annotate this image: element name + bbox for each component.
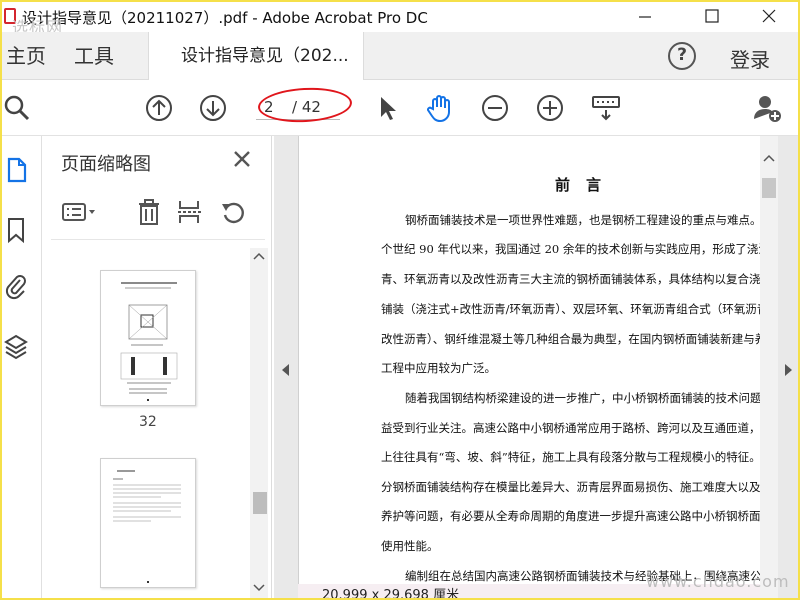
document-line: 改性沥青）、钢纤维混凝土等几种组合最为典型，在国内钢桥面铺装新建与养 <box>381 332 760 346</box>
collapse-right-panel-bar[interactable] <box>778 136 798 598</box>
document-heading: 前言 <box>555 176 618 194</box>
scroll-down-icon[interactable] <box>253 584 265 592</box>
page-thumbnail-32[interactable] <box>100 270 196 406</box>
extract-pages-icon[interactable] <box>176 198 204 226</box>
share-user-icon[interactable] <box>752 92 784 124</box>
document-view[interactable]: 前言 钢桥面铺装技术是一项世界性难题，也是钢桥工程建设的重点与难点。自 个世纪 … <box>298 136 760 598</box>
collapse-left-panel-bar[interactable] <box>274 136 298 598</box>
close-window-icon[interactable] <box>746 2 792 32</box>
document-scrollbar[interactable] <box>760 136 778 598</box>
document-line: 青、环氧沥青以及改性沥青三大主流的钢桥面铺装体系，具体结构以复合浇注 <box>381 272 760 286</box>
maximize-icon[interactable] <box>689 2 735 32</box>
scroll-up-icon[interactable] <box>763 154 775 162</box>
document-line: 养护等问题，有必要从全寿命周期的角度进一步提升高速公路中小桥钢桥面铺 <box>381 509 760 523</box>
keyboard-icon[interactable] <box>590 92 622 124</box>
watermark-bottom-right: www.chdao.com <box>646 572 790 591</box>
zoom-in-icon[interactable] <box>534 92 566 124</box>
tab-tools[interactable]: 工具 <box>74 32 114 80</box>
rotate-icon[interactable] <box>219 198 247 226</box>
tab-home[interactable]: 主页 <box>6 32 46 80</box>
thumbnail-page-label: 32 <box>139 414 157 430</box>
document-scroll-thumb[interactable] <box>762 178 776 198</box>
document-line: 使用性能。 <box>381 539 439 553</box>
attachment-icon[interactable] <box>4 272 28 300</box>
search-icon[interactable] <box>2 92 34 124</box>
layers-icon[interactable] <box>4 332 28 360</box>
trash-icon[interactable] <box>135 198 163 226</box>
tab-bar: 主页 工具 设计指导意见（202... ? 登录 <box>2 32 798 80</box>
acrobat-window: 设计指导意见（20211027）.pdf - Adobe Acrobat Pro… <box>0 0 800 600</box>
options-menu-icon[interactable] <box>61 198 101 226</box>
question-circle-icon[interactable]: ? <box>668 42 696 70</box>
window-title: 设计指导意见（20211027）.pdf - Adobe Acrobat Pro… <box>22 9 428 27</box>
hand-tool-icon[interactable] <box>424 92 456 124</box>
left-rail <box>2 136 42 598</box>
select-arrow-icon[interactable] <box>372 92 404 124</box>
minimize-icon[interactable] <box>622 2 668 32</box>
panel-toolbar <box>51 194 265 240</box>
toolbar: 2 / 42 <box>2 80 798 136</box>
document-line: 工程中应用较为广泛。 <box>381 361 496 375</box>
thumbnail-page-graphic <box>120 282 178 401</box>
document-line: 个世纪 90 年代以来，我国通过 20 余年的技术创新与实践应用，形成了浇注式 <box>381 242 760 256</box>
bookmark-icon[interactable] <box>4 216 28 244</box>
panel-scroll-thumb[interactable] <box>253 492 267 514</box>
document-line: 钢桥面铺装技术是一项世界性难题，也是钢桥工程建设的重点与难点。自 <box>405 213 760 227</box>
page-thumbnail-next[interactable] <box>100 458 196 588</box>
chevron-right-icon[interactable] <box>784 364 792 376</box>
page-thumbnails-icon[interactable] <box>4 156 28 184</box>
page-size-readout: 20.999 x 29.698 厘米 <box>322 588 460 600</box>
document-line: 上往往具有“弯、坡、斜”特征，施工上具有段落分散与工程规模小的特征。 <box>381 450 760 464</box>
page-down-icon[interactable] <box>197 92 229 124</box>
zoom-out-icon[interactable] <box>479 92 511 124</box>
document-line: 益受到行业关注。高速公路中小钢桥通常应用于路桥、跨河以及互通匝道，结 <box>381 421 760 435</box>
title-bar: 设计指导意见（20211027）.pdf - Adobe Acrobat Pro… <box>2 2 798 37</box>
page-up-icon[interactable] <box>143 92 175 124</box>
close-icon[interactable] <box>231 148 253 170</box>
panel-title: 页面缩略图 <box>61 154 151 175</box>
panel-scrollbar[interactable] <box>250 248 268 598</box>
document-line: 随着我国钢结构桥梁建设的进一步推广，中小桥钢桥面铺装的技术问题也 <box>405 391 760 405</box>
chevron-left-icon[interactable] <box>282 364 290 376</box>
thumbnail-panel: 页面缩略图 32 <box>43 136 272 598</box>
tab-document[interactable]: 设计指导意见（202... <box>148 32 364 80</box>
login-button[interactable]: 登录 <box>730 44 770 73</box>
scroll-up-icon[interactable] <box>253 252 265 260</box>
thumbnail-page-graphic <box>113 470 181 583</box>
document-line: 分钢桥面铺装结构存在模量比差异大、沥青层界面易损伤、施工难度大以及不 <box>381 480 760 494</box>
document-line: 铺装（浇注式+改性沥青/环氧沥青）、双层环氧、环氧沥青组合式（环氧沥青 <box>381 302 760 316</box>
